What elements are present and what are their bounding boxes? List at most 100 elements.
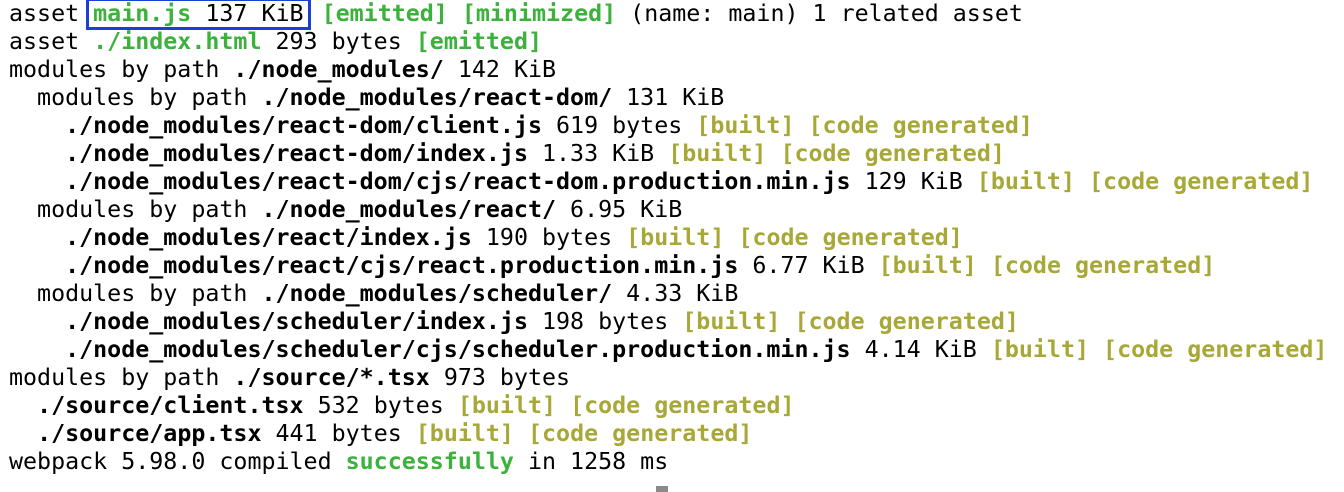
terminal-text-segment: ./index.html: [93, 28, 262, 55]
terminal-line-compiled: webpack 5.98.0 compiled successfully in …: [9, 448, 1344, 476]
terminal-text-segment: [code generated]: [738, 224, 963, 251]
terminal-text-segment: 532 bytes: [303, 392, 458, 419]
terminal-line-react-dom-index: ./node_modules/react-dom/index.js 1.33 K…: [9, 140, 1344, 168]
terminal-line-source-app: ./source/app.tsx 441 bytes [built] [code…: [9, 420, 1344, 448]
terminal-text-segment: [code generated]: [1089, 168, 1314, 195]
terminal-text-segment: [built]: [457, 392, 557, 419]
terminal-text-segment: 190 bytes: [471, 224, 627, 251]
terminal-line-modules-scheduler: modules by path ./node_modules/scheduler…: [9, 280, 1344, 308]
terminal-text-segment: 6.77 KiB: [738, 252, 879, 279]
terminal-line-asset-index: asset ./index.html 293 bytes [emitted]: [9, 28, 1344, 56]
terminal-text-segment: 293 bytes: [261, 28, 416, 55]
terminal-text-segment: [code generated]: [990, 252, 1216, 279]
terminal-line-modules-node-modules: modules by path ./node_modules/ 142 KiB: [9, 56, 1344, 84]
terminal-text-segment: 131 KiB: [612, 84, 725, 111]
terminal-text-segment: successfully: [345, 448, 514, 475]
terminal-text-segment: asset: [9, 28, 94, 55]
terminal-text-segment: ./node_modules/react/index.js: [65, 224, 472, 251]
terminal-text-segment: 1.33 KiB: [527, 140, 669, 167]
terminal-line-source-client: ./source/client.tsx 532 bytes [built] [c…: [9, 392, 1344, 420]
terminal-text-segment: ./source/app.tsx: [37, 420, 262, 447]
terminal-line-modules-react-dom: modules by path ./node_modules/react-dom…: [9, 84, 1344, 112]
terminal-text-segment: [minimized]: [461, 0, 617, 27]
terminal-text-segment: ./source/*.tsx: [233, 364, 430, 391]
terminal-text-segment: webpack 5.98.0 compiled: [9, 448, 346, 475]
terminal-line-react-prod: ./node_modules/react/cjs/react.productio…: [9, 252, 1344, 280]
terminal-line-react-index: ./node_modules/react/index.js 190 bytes …: [9, 224, 1344, 252]
terminal-line-react-dom-client: ./node_modules/react-dom/client.js 619 b…: [9, 112, 1344, 140]
terminal-text-segment: ./node_modules/: [233, 56, 444, 83]
terminal-text-segment: ./node_modules/scheduler/: [261, 280, 613, 307]
terminal-line-scheduler-index: ./node_modules/scheduler/index.js 198 by…: [9, 308, 1344, 336]
terminal-text-segment: (name: main) 1 related asset: [616, 0, 1023, 27]
terminal-text-segment: main.js: [93, 0, 192, 27]
terminal-text-segment: 198 bytes: [527, 308, 683, 335]
terminal-text-segment: [built]: [976, 168, 1075, 195]
terminal-text-segment: ./node_modules/scheduler/index.js: [65, 308, 528, 335]
terminal-text-segment: [code generated]: [528, 420, 753, 447]
terminal-text-segment: [code generated]: [794, 308, 1019, 335]
terminal-text-segment: 441 bytes: [261, 420, 416, 447]
terminal-text-segment: 4.33 KiB: [612, 280, 739, 307]
terminal-text-segment: asset: [9, 0, 94, 27]
terminal-text-segment: modules by path: [9, 280, 262, 307]
terminal-line-react-dom-prod: ./node_modules/react-dom/cjs/react-dom.p…: [9, 168, 1344, 196]
terminal-line-scheduler-prod: ./node_modules/scheduler/cjs/scheduler.p…: [9, 336, 1344, 364]
terminal-text-segment: [built]: [626, 224, 725, 251]
terminal-cursor-icon: [656, 486, 668, 492]
terminal-line-modules-react: modules by path ./node_modules/react/ 6.…: [9, 196, 1344, 224]
terminal-text-segment: ./node_modules/react/cjs/react.productio…: [65, 252, 739, 279]
terminal-text-segment: ./node_modules/react-dom/cjs/react-dom.p…: [65, 168, 851, 195]
terminal-text-segment: 142 KiB: [443, 56, 557, 83]
terminal-text-segment: 129 KiB: [850, 168, 977, 195]
terminal-text-segment: ./source/client.tsx: [37, 392, 304, 419]
terminal-text-segment: 4.14 KiB: [850, 336, 991, 363]
terminal-text-segment: 973 bytes: [429, 364, 571, 391]
highlighted-asset-box: main.js 137 KiB: [86, 0, 311, 30]
terminal-text-segment: modules by path: [9, 84, 262, 111]
terminal-text-segment: [built]: [696, 112, 795, 139]
terminal-text-segment: [built]: [878, 252, 977, 279]
terminal-text-segment: ./node_modules/scheduler/cjs/scheduler.p…: [65, 336, 851, 363]
terminal-text-segment: [built]: [990, 336, 1090, 363]
terminal-text-segment: modules by path: [9, 196, 262, 223]
terminal-text-segment: [code generated]: [570, 392, 795, 419]
terminal-text-segment: ./node_modules/react-dom/client.js: [65, 112, 542, 139]
terminal-text-segment: 619 bytes: [542, 112, 697, 139]
terminal-text-segment: [code generated]: [808, 112, 1033, 139]
terminal-line-modules-source: modules by path ./source/*.tsx 973 bytes: [9, 364, 1344, 392]
terminal-text-segment: [built]: [668, 140, 767, 167]
terminal-text-segment: ./node_modules/react/: [261, 196, 557, 223]
terminal-text-segment: [emitted]: [415, 28, 542, 55]
terminal-text-segment: 137 KiB: [191, 0, 304, 27]
terminal-output: asset main.js 137 KiB [emitted] [minimiz…: [0, 0, 1344, 492]
terminal-lines: asset main.js 137 KiB [emitted] [minimiz…: [9, 0, 1344, 476]
terminal-text-segment: modules by path: [9, 56, 234, 83]
terminal-text-segment: 6.95 KiB: [556, 196, 683, 223]
terminal-text-segment: [built]: [682, 308, 781, 335]
terminal-text-segment: ./node_modules/react-dom/index.js: [65, 140, 528, 167]
terminal-line-asset-main: asset main.js 137 KiB [emitted] [minimiz…: [9, 0, 1344, 30]
terminal-text-segment: [code generated]: [1103, 336, 1328, 363]
terminal-text-segment: ./node_modules/react-dom/: [261, 84, 613, 111]
terminal-text-segment: [code generated]: [780, 140, 1005, 167]
